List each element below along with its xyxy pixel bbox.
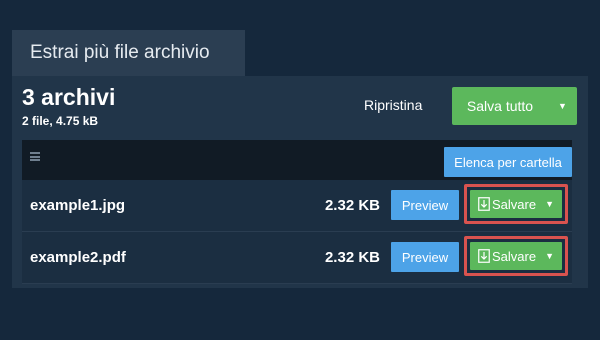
- file-name: example1.jpg: [30, 197, 126, 214]
- save-all-label: Salva tutto: [466, 98, 534, 114]
- archive-panel: 3 archivi 2 file, 4.75 kB Ripristina Sal…: [12, 76, 588, 288]
- save-all-button[interactable]: Salva tutto: [452, 87, 548, 125]
- caret-down-icon[interactable]: ▼: [545, 199, 554, 209]
- tab-extract-archives[interactable]: Estrai più file archivio: [12, 30, 245, 76]
- list-by-folder-label: Elenca per cartella: [454, 154, 562, 170]
- save-label: Salvare: [492, 196, 537, 212]
- save-all-dropdown-toggle[interactable]: ▼: [548, 87, 577, 125]
- caret-down-icon[interactable]: ▼: [545, 251, 554, 261]
- preview-label: Preview: [401, 197, 449, 213]
- file-row: example2.pdf 2.32 KB Preview Salvare ▼: [22, 232, 572, 284]
- file-row: example1.jpg 2.32 KB Preview Salvare ▼: [22, 180, 572, 232]
- reset-button[interactable]: Ripristina: [364, 94, 422, 116]
- save-button-highlight: Salvare ▼: [464, 236, 568, 276]
- save-button-highlight: Salvare ▼: [464, 184, 568, 224]
- file-list-header: Elenca per cartella: [22, 140, 572, 180]
- file-name: example2.pdf: [30, 249, 126, 266]
- save-button[interactable]: Salvare ▼: [470, 190, 562, 218]
- file-size: 2.32 KB: [324, 249, 380, 266]
- save-label: Salvare: [492, 248, 537, 264]
- caret-down-icon: ▼: [558, 101, 567, 111]
- archive-summary-subtitle: 2 file, 4.75 kB: [22, 114, 99, 128]
- preview-button[interactable]: Preview: [391, 242, 459, 272]
- preview-label: Preview: [401, 249, 449, 265]
- list-by-folder-button[interactable]: Elenca per cartella: [444, 147, 572, 177]
- download-icon: [478, 249, 490, 263]
- download-icon: [478, 197, 490, 211]
- tab-title: Estrai più file archivio: [30, 42, 210, 63]
- file-list: Elenca per cartella example1.jpg 2.32 KB…: [22, 140, 572, 288]
- menu-icon[interactable]: [30, 152, 40, 161]
- archive-count-title: 3 archivi: [22, 84, 116, 110]
- preview-button[interactable]: Preview: [391, 190, 459, 220]
- save-button[interactable]: Salvare ▼: [470, 242, 562, 270]
- save-all-button-group: Salva tutto ▼: [452, 87, 577, 125]
- file-size: 2.32 KB: [324, 197, 380, 214]
